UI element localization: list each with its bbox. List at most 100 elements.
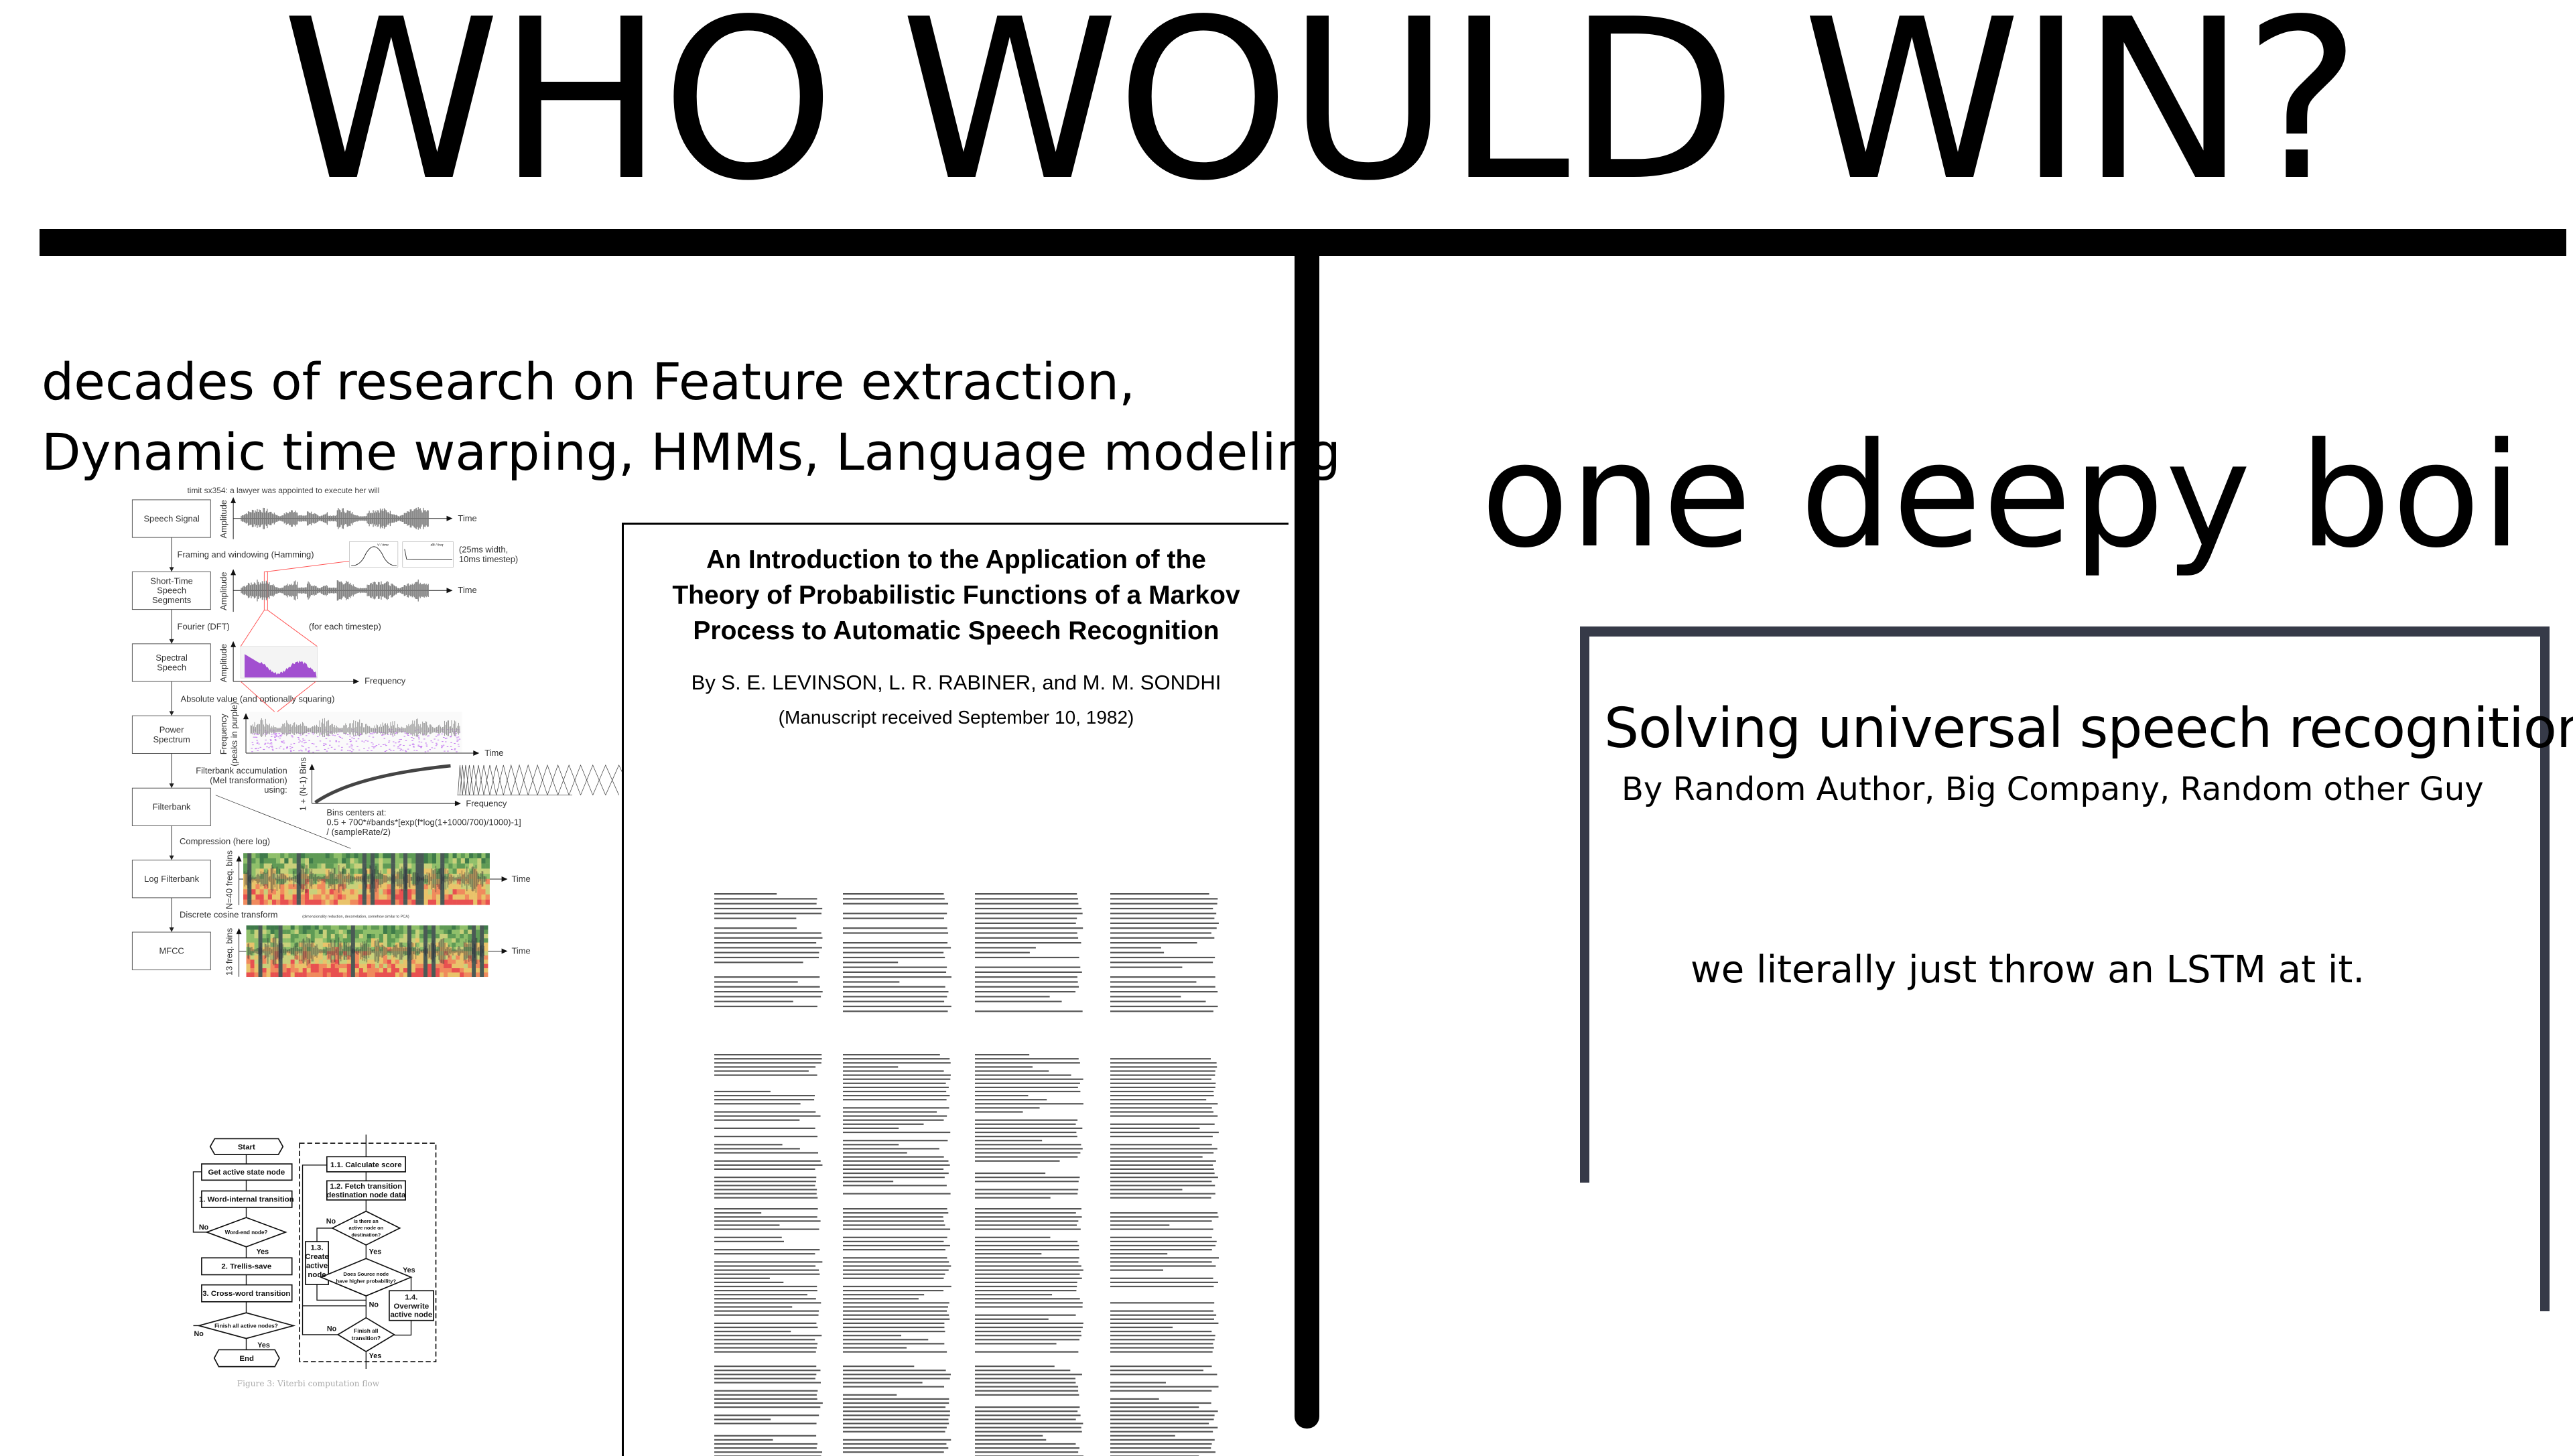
heatmap-cell <box>383 968 388 973</box>
heatmap-cell <box>354 929 360 935</box>
heatmap-cell <box>286 938 291 943</box>
heatmap-cell <box>280 868 285 874</box>
heatmap-cell <box>464 925 468 930</box>
paper-text-line <box>714 1062 821 1064</box>
heatmap-cell <box>419 863 424 869</box>
heatmap-cell <box>468 968 472 973</box>
paper-text-line <box>1110 1331 1212 1333</box>
heatmap-cell <box>391 959 396 964</box>
heatmap-cell <box>333 894 338 900</box>
paper-text-line <box>843 1236 947 1238</box>
heatmap-cell <box>306 972 311 978</box>
heatmap-cell <box>313 858 318 864</box>
card-border-top <box>1580 626 2550 637</box>
pipeline-box-label: Segments <box>152 595 191 605</box>
paper-text-line <box>1110 1107 1212 1109</box>
heatmap-cell <box>251 889 256 895</box>
heatmap-cell <box>294 959 299 964</box>
heatmap-cell <box>427 889 433 895</box>
heatmap-cell <box>403 925 408 930</box>
heatmap-cell <box>460 929 464 935</box>
heatmap-cell <box>354 968 360 973</box>
heatmap-cell <box>387 889 391 895</box>
paper-text-line <box>975 1427 1081 1429</box>
heatmap-cell <box>460 942 464 947</box>
heatmap-cell <box>330 955 336 960</box>
heatmap-cell <box>286 933 291 939</box>
heatmap-cell <box>259 889 264 895</box>
new-paper-title: Solving universal speech recognition <box>1604 697 2573 760</box>
paper-text-line <box>975 1290 1077 1292</box>
paper-text-line <box>975 1314 1076 1316</box>
heatmap-cell <box>469 858 474 864</box>
fc-create-4: node <box>308 1271 326 1279</box>
heatmap-cell <box>464 853 470 859</box>
paper-text-line <box>714 1406 821 1408</box>
heatmap-cell <box>460 868 466 874</box>
heatmap-cell <box>415 959 420 964</box>
heatmap-cell <box>309 894 314 900</box>
heatmap-cell <box>456 863 462 869</box>
paper-text-line <box>714 1314 819 1316</box>
paper-text-line <box>1110 1216 1219 1218</box>
heatmap-cell <box>284 884 289 890</box>
paper-text-line <box>714 1189 817 1191</box>
heatmap-cell <box>407 858 412 864</box>
heatmap-cell <box>403 959 408 964</box>
heatmap-cell <box>415 884 420 890</box>
paper-text-line <box>843 1318 950 1320</box>
paper-text-line <box>975 1148 1083 1150</box>
heatmap-cell <box>375 899 379 905</box>
heatmap-cell <box>290 942 295 947</box>
paper-text-line <box>975 1351 1079 1353</box>
heatmap-cell <box>436 959 440 964</box>
paper-text-line <box>714 907 823 910</box>
heatmap-cell <box>484 951 488 956</box>
paper-text-line <box>1110 1177 1218 1179</box>
fc-word-end: Word-end node? <box>225 1230 268 1236</box>
paper-text-line <box>975 1119 1078 1121</box>
heatmap-cell <box>263 853 269 859</box>
paper-text-line <box>1110 1095 1214 1097</box>
paper-text-line <box>975 1447 1079 1449</box>
heatmap-cell <box>266 929 271 935</box>
heatmap-cell <box>395 858 400 864</box>
mel-curve <box>314 764 451 804</box>
heatmap-cell <box>286 959 291 964</box>
heatmap-cell <box>334 942 340 947</box>
heatmap-cell <box>440 929 444 935</box>
heatmap-cell <box>350 938 356 943</box>
heatmap-cell <box>379 972 384 978</box>
paper-text-line <box>714 1281 784 1283</box>
heatmap-cell <box>317 853 322 859</box>
paper-text-line <box>1110 1382 1166 1384</box>
heatmap-cell <box>346 968 352 973</box>
heatmap-cell <box>274 964 279 969</box>
paper-text-line <box>975 1390 1079 1392</box>
heatmap-cell <box>440 964 444 969</box>
heatmap-cell <box>290 929 295 935</box>
heatmap-cell <box>480 972 484 978</box>
bins-line-2: 0.5 + 700*#bands*[exp(f*log(1+1000/700)/… <box>326 817 521 827</box>
heatmap-cell <box>300 853 306 859</box>
paper-text-line <box>843 1249 945 1251</box>
paper-text-line <box>714 937 823 939</box>
paper-text-line <box>975 1172 1046 1175</box>
heatmap-cell <box>294 929 299 935</box>
heatmap-cell <box>278 968 283 973</box>
fc-no-3: No <box>326 1217 336 1226</box>
paper-text-line <box>714 913 822 915</box>
heatmap-cell <box>321 889 326 895</box>
heatmap-cell <box>436 929 440 935</box>
paper-text-line <box>714 1127 815 1129</box>
heatmap-cell <box>448 889 453 895</box>
heatmap-cell <box>321 853 326 859</box>
heatmap-cell <box>391 858 396 864</box>
heatmap-cell <box>358 894 362 900</box>
paper-text-line <box>1110 913 1217 915</box>
paper-text-line <box>714 1269 819 1271</box>
heatmap-cell <box>468 925 472 930</box>
paper-text-line <box>843 1427 947 1429</box>
heatmap-cell <box>379 964 384 969</box>
paper-text-line <box>843 991 949 993</box>
